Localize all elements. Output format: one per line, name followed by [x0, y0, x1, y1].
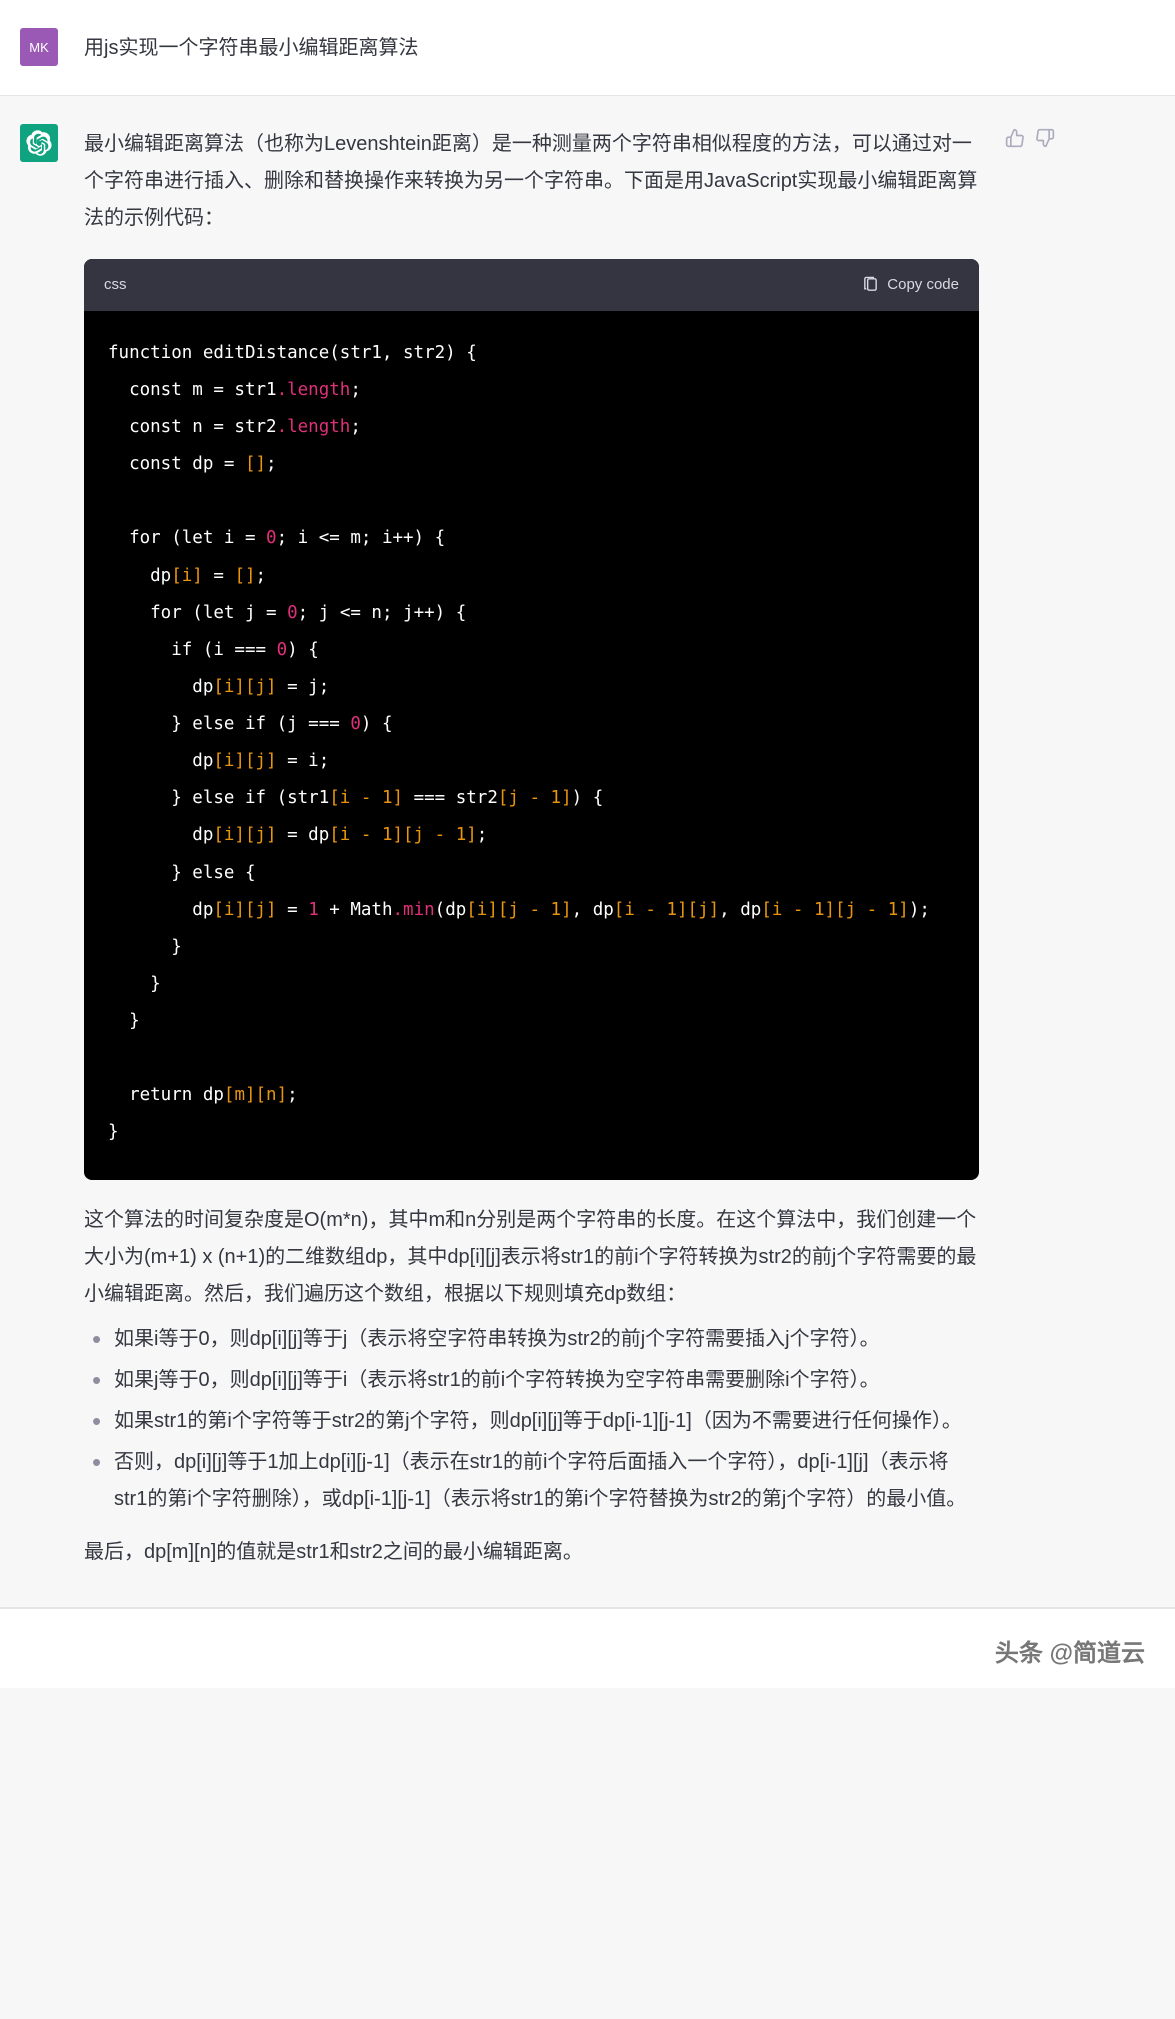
code-pre: function editDistance(str1, str2) { cons… — [84, 311, 979, 1180]
watermark-bar: 头条 @简道云 — [0, 1608, 1175, 1688]
list-item: 如果i等于0，则dp[i][j]等于j（表示将空字符串转换为str2的前j个字符… — [114, 1321, 979, 1358]
assistant-message-row: 最小编辑距离算法（也称为Levenshtein距离）是一种测量两个字符串相似程度… — [0, 96, 1175, 1608]
intro-paragraph: 最小编辑距离算法（也称为Levenshtein距离）是一种测量两个字符串相似程度… — [84, 126, 979, 237]
assistant-content: 最小编辑距离算法（也称为Levenshtein距离）是一种测量两个字符串相似程度… — [84, 124, 979, 1579]
explanation-list: 如果i等于0，则dp[i][j]等于j（表示将空字符串转换为str2的前j个字符… — [84, 1321, 979, 1518]
code-language-label: css — [104, 271, 127, 299]
thumbs-up-icon[interactable] — [1005, 128, 1025, 148]
conclusion-paragraph: 最后，dp[m][n]的值就是str1和str2之间的最小编辑距离。 — [84, 1534, 979, 1571]
clipboard-icon — [862, 276, 879, 293]
code-content: function editDistance(str1, str2) { cons… — [108, 343, 930, 1143]
user-avatar: MK — [20, 28, 58, 66]
thumbs-down-icon[interactable] — [1035, 128, 1055, 148]
list-item: 如果str1的第i个字符等于str2的第j个字符，则dp[i][j]等于dp[i… — [114, 1403, 979, 1440]
assistant-avatar — [20, 124, 58, 162]
user-message-row: MK 用js实现一个字符串最小编辑距离算法 — [0, 0, 1175, 96]
explanation-paragraph: 这个算法的时间复杂度是O(m*n)，其中m和n分别是两个字符串的长度。在这个算法… — [84, 1202, 979, 1313]
code-header: css Copy code — [84, 259, 979, 311]
feedback-actions — [1005, 124, 1055, 1579]
copy-code-label: Copy code — [887, 271, 959, 299]
user-message-text: 用js实现一个字符串最小编辑距离算法 — [84, 28, 1055, 67]
code-block: css Copy code function editDistance(str1… — [84, 259, 979, 1180]
list-item: 否则，dp[i][j]等于1加上dp[i][j-1]（表示在str1的前i个字符… — [114, 1444, 979, 1518]
copy-code-button[interactable]: Copy code — [862, 271, 959, 299]
watermark-text: 头条 @简道云 — [995, 1633, 1145, 1668]
list-item: 如果j等于0，则dp[i][j]等于i（表示将str1的前i个字符转换为空字符串… — [114, 1362, 979, 1399]
